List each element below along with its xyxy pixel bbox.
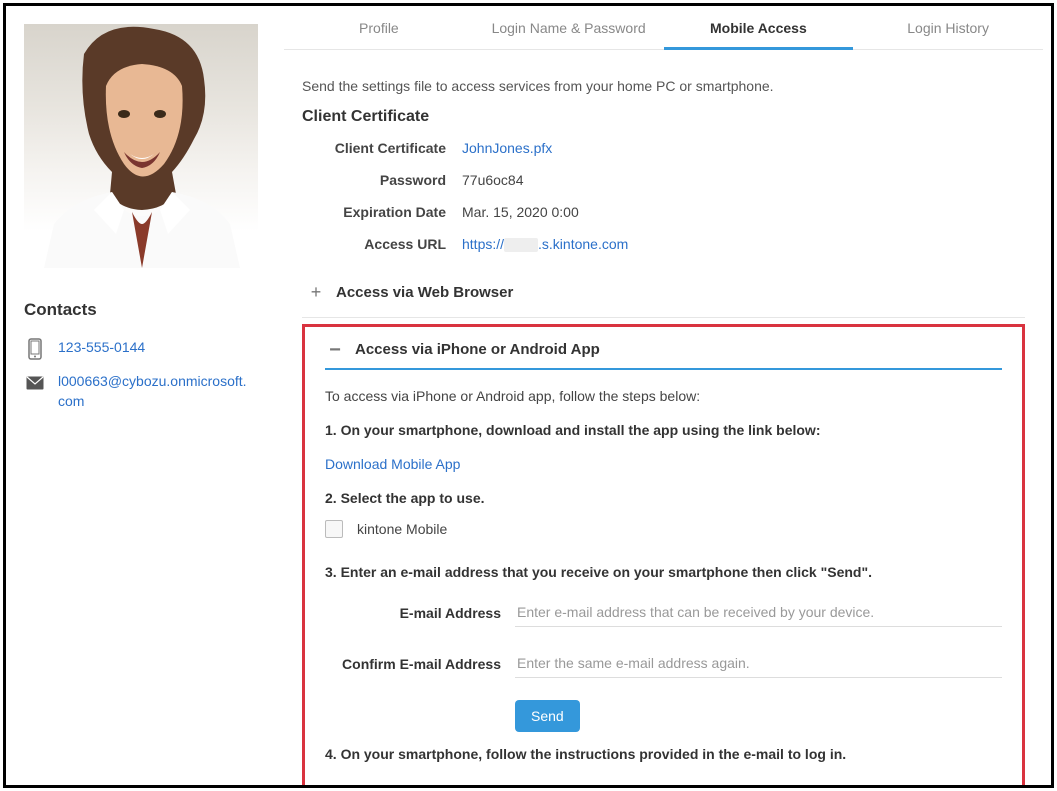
row-password: Password 77u6oc84 [302,172,1025,188]
avatar [24,24,258,268]
input-confirm-email[interactable] [515,649,1002,678]
url-redacted [504,238,538,252]
step-4: 4. On your smartphone, follow the instru… [325,746,1002,762]
contact-email-link[interactable]: l000663@cybozu.onmicrosoft.com [58,372,252,411]
label-confirm-email: Confirm E-mail Address [325,656,515,672]
link-download-mobile-app[interactable]: Download Mobile App [325,456,460,472]
intro-text: Send the settings file to access service… [302,78,1025,94]
contact-phone-link[interactable]: 123-555-0144 [58,338,145,358]
tab-content: Send the settings file to access service… [284,50,1043,785]
url-prefix: https:// [462,236,504,252]
email-icon [24,372,46,394]
plus-icon: + [306,282,326,303]
tab-mobile-access[interactable]: Mobile Access [664,6,854,49]
contact-phone-row: 123-555-0144 [24,338,252,360]
highlight-box-mobile-app: − Access via iPhone or Android App To ac… [302,324,1025,785]
step-3: 3. Enter an e-mail address that you rece… [325,564,1002,580]
row-email: E-mail Address [325,598,1002,627]
value-password: 77u6oc84 [462,172,524,188]
step-2: 2. Select the app to use. [325,490,1002,506]
checkbox-label-kintone-mobile: kintone Mobile [357,521,447,537]
minus-icon: − [325,343,345,357]
mobile-app-intro: To access via iPhone or Android app, fol… [325,388,1002,404]
phone-icon [24,338,46,360]
tab-bar: Profile Login Name & Password Mobile Acc… [284,6,1043,50]
expander-web-browser[interactable]: + Access via Web Browser [302,268,1025,318]
page-container: Contacts 123-555-0144 l000663@cybozu.onm… [3,3,1054,788]
row-access-url: Access URL https:// .s.kintone.com [302,236,1025,252]
checkbox-kintone-mobile[interactable] [325,520,343,538]
expander-mobile-app-title: Access via iPhone or Android App [355,341,600,358]
checkbox-row-kintone-mobile: kintone Mobile [325,520,1002,538]
send-button-row: Send [325,700,1002,732]
expander-mobile-app[interactable]: − Access via iPhone or Android App [325,327,1002,370]
step-1: 1. On your smartphone, download and inst… [325,422,1002,438]
mobile-app-body: To access via iPhone or Android app, fol… [325,370,1002,762]
tab-login-history[interactable]: Login History [853,6,1043,49]
row-expiration: Expiration Date Mar. 15, 2020 0:00 [302,204,1025,220]
label-client-certificate: Client Certificate [302,140,462,156]
link-access-url[interactable]: https:// .s.kintone.com [462,236,628,252]
value-expiration: Mar. 15, 2020 0:00 [462,204,579,220]
url-suffix: .s.kintone.com [538,236,628,252]
label-access-url: Access URL [302,236,462,252]
input-email[interactable] [515,598,1002,627]
label-email: E-mail Address [325,605,515,621]
label-password: Password [302,172,462,188]
main-content: Profile Login Name & Password Mobile Acc… [276,6,1051,785]
link-certificate-file[interactable]: JohnJones.pfx [462,140,552,156]
label-expiration: Expiration Date [302,204,462,220]
sidebar: Contacts 123-555-0144 l000663@cybozu.onm… [6,6,276,785]
send-button[interactable]: Send [515,700,580,732]
contacts-heading: Contacts [24,300,252,320]
tab-profile[interactable]: Profile [284,6,474,49]
tab-login-name-password[interactable]: Login Name & Password [474,6,664,49]
expander-web-browser-title: Access via Web Browser [336,284,513,301]
contact-email-row: l000663@cybozu.onmicrosoft.com [24,372,252,411]
client-cert-heading: Client Certificate [302,108,1025,126]
row-confirm-email: Confirm E-mail Address [325,649,1002,678]
row-client-certificate: Client Certificate JohnJones.pfx [302,140,1025,156]
